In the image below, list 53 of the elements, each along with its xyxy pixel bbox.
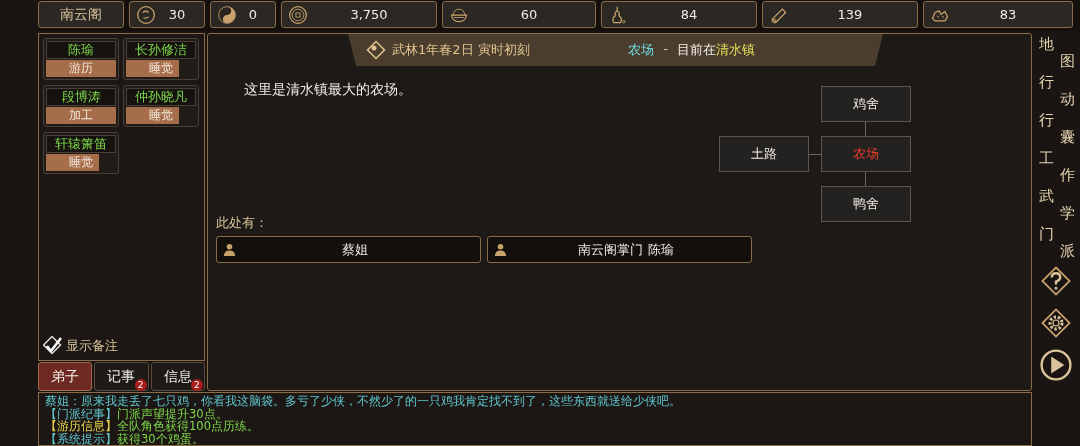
disciple-name: 陈瑜 <box>46 41 116 59</box>
place-name: 农场 <box>628 41 655 59</box>
menu-button[interactable]: 行囊 <box>1036 111 1076 147</box>
location-label: 目前在 <box>677 41 716 59</box>
resource-value: 139 <box>836 7 864 22</box>
checkbox-label: 显示备注 <box>66 337 118 355</box>
log-message: 蔡姐：原来我走丢了七只鸡，你看我这脑袋。多亏了少侠，不然少了的一只鸡我肯定找不到了，这些东西就送给少侠吧。 <box>45 394 681 408</box>
menu-button[interactable]: 武学 <box>1036 187 1076 223</box>
resource-value: 30 <box>167 7 187 22</box>
location-description: 这里是清水镇最大的农场。 <box>244 81 412 99</box>
tab[interactable]: 弟子 <box>38 362 93 391</box>
checkbox[interactable] <box>43 336 63 356</box>
map-node[interactable]: 鸭舍 <box>821 186 911 222</box>
menu-button[interactable]: 门派 <box>1036 225 1076 261</box>
person-icon <box>494 243 507 256</box>
section-label: 此处有： <box>216 214 269 232</box>
log-message: 全队角色获得100点历练。 <box>117 419 259 434</box>
resource-value: 60 <box>519 7 539 22</box>
coin-icon <box>136 4 156 25</box>
disciple-name: 长孙修洁 <box>126 41 196 59</box>
person-icon <box>223 243 236 256</box>
activity-label: 睡觉 <box>148 107 174 124</box>
disciple-name: 轩辕箫笛 <box>46 135 116 153</box>
activity-label: 游历 <box>68 60 94 77</box>
date-label: 武林1年春2日 寅时初刻 <box>392 41 530 59</box>
sect-name: 南云阁 <box>38 1 124 28</box>
log-message: 【门派纪事】 <box>45 406 117 421</box>
menu-button[interactable]: 地图 <box>1036 35 1076 71</box>
resource-value: 84 <box>679 7 699 22</box>
separator-label: - <box>663 41 668 58</box>
menu-button[interactable]: 工作 <box>1036 149 1076 185</box>
log-message: 【系统提示】 <box>45 432 117 445</box>
log-message: 获得30个鸡蛋。 <box>117 432 204 445</box>
menu-button[interactable]: 行动 <box>1036 73 1076 109</box>
activity-label: 睡觉 <box>148 60 174 77</box>
compass-icon <box>366 40 386 60</box>
resource-value: 83 <box>998 7 1018 22</box>
disciple-name: 段博涛 <box>46 88 116 106</box>
map-node[interactable]: 土路 <box>719 136 809 172</box>
map-node[interactable]: 农场 <box>821 136 911 172</box>
activity-label: 睡觉 <box>68 154 94 171</box>
yin-yang-icon <box>217 4 237 25</box>
person-button[interactable]: 蔡姐 <box>216 236 481 263</box>
activity-label: 加工 <box>68 107 94 124</box>
log-message: 【游历信息】 <box>45 419 117 434</box>
disciple-name: 仲孙晓凡 <box>126 88 196 106</box>
resource-value: 0 <box>247 7 259 22</box>
town-name: 清水镇 <box>716 41 755 59</box>
person-button[interactable]: 南云阁掌门 陈瑜 <box>487 236 752 263</box>
resource-value: 3,750 <box>349 7 389 22</box>
log-message: 门派声望提升30点。 <box>117 406 228 421</box>
coin-icon <box>288 4 308 25</box>
map-node[interactable]: 鸡舍 <box>821 86 911 122</box>
